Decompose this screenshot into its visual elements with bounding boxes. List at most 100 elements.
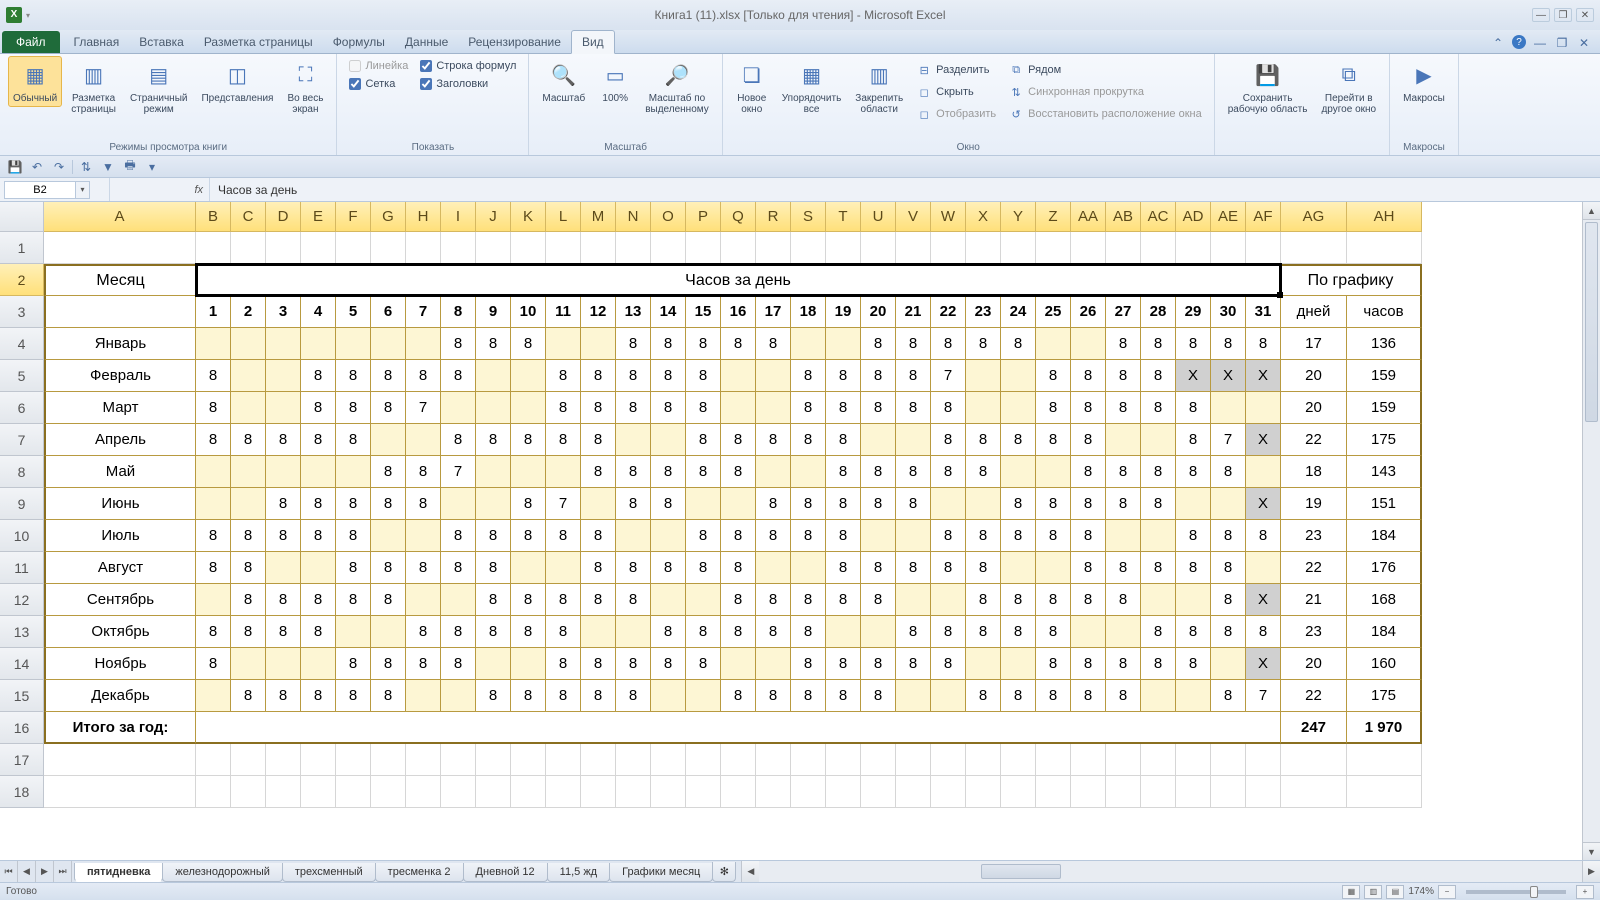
row-header[interactable]: 7 xyxy=(0,424,44,456)
day-cell[interactable]: 8 xyxy=(966,552,1001,584)
column-header[interactable]: S xyxy=(791,202,826,232)
day-cell[interactable]: X xyxy=(1246,584,1281,616)
day-cell[interactable] xyxy=(1176,680,1211,712)
day-cell[interactable] xyxy=(861,424,896,456)
zoom-level[interactable]: 174% xyxy=(1408,886,1434,897)
day-cell[interactable]: 8 xyxy=(791,616,826,648)
day-cell[interactable] xyxy=(406,520,441,552)
cell[interactable] xyxy=(371,744,406,776)
column-header[interactable]: X xyxy=(966,202,1001,232)
view-side-by-side-button[interactable]: ⧉Рядом xyxy=(1008,60,1202,80)
column-header[interactable]: U xyxy=(861,202,896,232)
days-total[interactable]: 23 xyxy=(1281,520,1347,552)
day-cell[interactable]: 8 xyxy=(756,680,791,712)
day-cell[interactable] xyxy=(546,328,581,360)
cell[interactable] xyxy=(266,776,301,808)
day-cell[interactable]: 8 xyxy=(616,360,651,392)
day-cell[interactable]: 8 xyxy=(1176,392,1211,424)
cell[interactable] xyxy=(1281,232,1347,264)
cell[interactable] xyxy=(581,744,616,776)
day-cell[interactable]: 8 xyxy=(616,392,651,424)
day-cell[interactable]: 8 xyxy=(1176,648,1211,680)
day-cell[interactable]: 8 xyxy=(686,520,721,552)
cell[interactable] xyxy=(721,232,756,264)
cell[interactable] xyxy=(1347,744,1422,776)
help-icon[interactable]: ? xyxy=(1512,35,1526,49)
cell[interactable] xyxy=(651,232,686,264)
tab-разметка страницы[interactable]: Разметка страницы xyxy=(194,31,323,53)
day-cell[interactable]: 8 xyxy=(371,648,406,680)
day-cell[interactable]: 8 xyxy=(1001,520,1036,552)
cell[interactable] xyxy=(651,776,686,808)
day-cell[interactable] xyxy=(721,360,756,392)
day-cell[interactable]: 8 xyxy=(1141,648,1176,680)
column-header[interactable]: A xyxy=(44,202,196,232)
day-cell[interactable] xyxy=(756,360,791,392)
qat-more-icon[interactable]: ▾ xyxy=(143,159,161,175)
day-cell[interactable]: 8 xyxy=(616,488,651,520)
cell[interactable] xyxy=(791,776,826,808)
day-cell[interactable] xyxy=(966,360,1001,392)
day-cell[interactable]: 8 xyxy=(826,488,861,520)
day-cell[interactable] xyxy=(336,328,371,360)
day-cell[interactable]: 8 xyxy=(1071,424,1106,456)
day-cell[interactable]: 8 xyxy=(266,680,301,712)
day-cell[interactable]: 8 xyxy=(1001,424,1036,456)
day-number-header[interactable]: 7 xyxy=(406,296,441,328)
day-cell[interactable]: 8 xyxy=(826,552,861,584)
sheet-tab[interactable]: железнодорожный xyxy=(162,863,283,882)
view-page-break-button[interactable]: ▤Страничный режим xyxy=(125,56,193,118)
day-cell[interactable] xyxy=(231,392,266,424)
day-cell[interactable] xyxy=(406,584,441,616)
day-cell[interactable]: X xyxy=(1246,424,1281,456)
day-cell[interactable]: 7 xyxy=(1246,680,1281,712)
day-cell[interactable] xyxy=(1001,392,1036,424)
day-cell[interactable]: 8 xyxy=(651,552,686,584)
day-cell[interactable]: 8 xyxy=(231,616,266,648)
day-cell[interactable]: 8 xyxy=(1001,584,1036,616)
day-cell[interactable] xyxy=(196,488,231,520)
day-number-header[interactable]: 28 xyxy=(1141,296,1176,328)
day-cell[interactable]: 8 xyxy=(266,584,301,616)
day-cell[interactable]: 8 xyxy=(861,456,896,488)
day-cell[interactable]: 8 xyxy=(896,648,931,680)
cell[interactable] xyxy=(196,776,231,808)
view-page-layout-button[interactable]: ▥Разметка страницы xyxy=(66,56,121,118)
day-number-header[interactable]: 22 xyxy=(931,296,966,328)
day-cell[interactable]: 8 xyxy=(1071,680,1106,712)
month-name[interactable]: Июль xyxy=(44,520,196,552)
cell[interactable] xyxy=(1036,744,1071,776)
day-cell[interactable]: 8 xyxy=(1036,360,1071,392)
day-cell[interactable]: 7 xyxy=(1211,424,1246,456)
day-cell[interactable]: 8 xyxy=(1211,328,1246,360)
day-cell[interactable]: 8 xyxy=(896,392,931,424)
day-cell[interactable]: 8 xyxy=(826,520,861,552)
day-cell[interactable] xyxy=(616,616,651,648)
column-header[interactable]: AC xyxy=(1141,202,1176,232)
day-cell[interactable]: 8 xyxy=(861,392,896,424)
day-cell[interactable]: 8 xyxy=(966,424,1001,456)
day-cell[interactable]: 8 xyxy=(371,392,406,424)
day-cell[interactable]: 8 xyxy=(476,328,511,360)
day-cell[interactable]: 8 xyxy=(686,616,721,648)
days-total[interactable]: 20 xyxy=(1281,648,1347,680)
column-header[interactable]: I xyxy=(441,202,476,232)
day-cell[interactable] xyxy=(791,328,826,360)
split-button[interactable]: ⊟Разделить xyxy=(916,60,996,80)
day-number-header[interactable]: 25 xyxy=(1036,296,1071,328)
zoom-100-button[interactable]: ▭100% xyxy=(594,56,636,107)
cell[interactable] xyxy=(266,232,301,264)
column-header[interactable]: B xyxy=(196,202,231,232)
cell[interactable] xyxy=(686,744,721,776)
hours-total[interactable]: 168 xyxy=(1347,584,1422,616)
day-cell[interactable] xyxy=(266,392,301,424)
day-cell[interactable]: 8 xyxy=(966,520,1001,552)
day-cell[interactable] xyxy=(931,584,966,616)
day-cell[interactable]: X xyxy=(1176,360,1211,392)
cell[interactable] xyxy=(406,744,441,776)
day-cell[interactable]: 8 xyxy=(476,424,511,456)
day-number-header[interactable]: 4 xyxy=(301,296,336,328)
day-cell[interactable]: 8 xyxy=(441,616,476,648)
day-cell[interactable] xyxy=(441,488,476,520)
day-cell[interactable] xyxy=(546,456,581,488)
